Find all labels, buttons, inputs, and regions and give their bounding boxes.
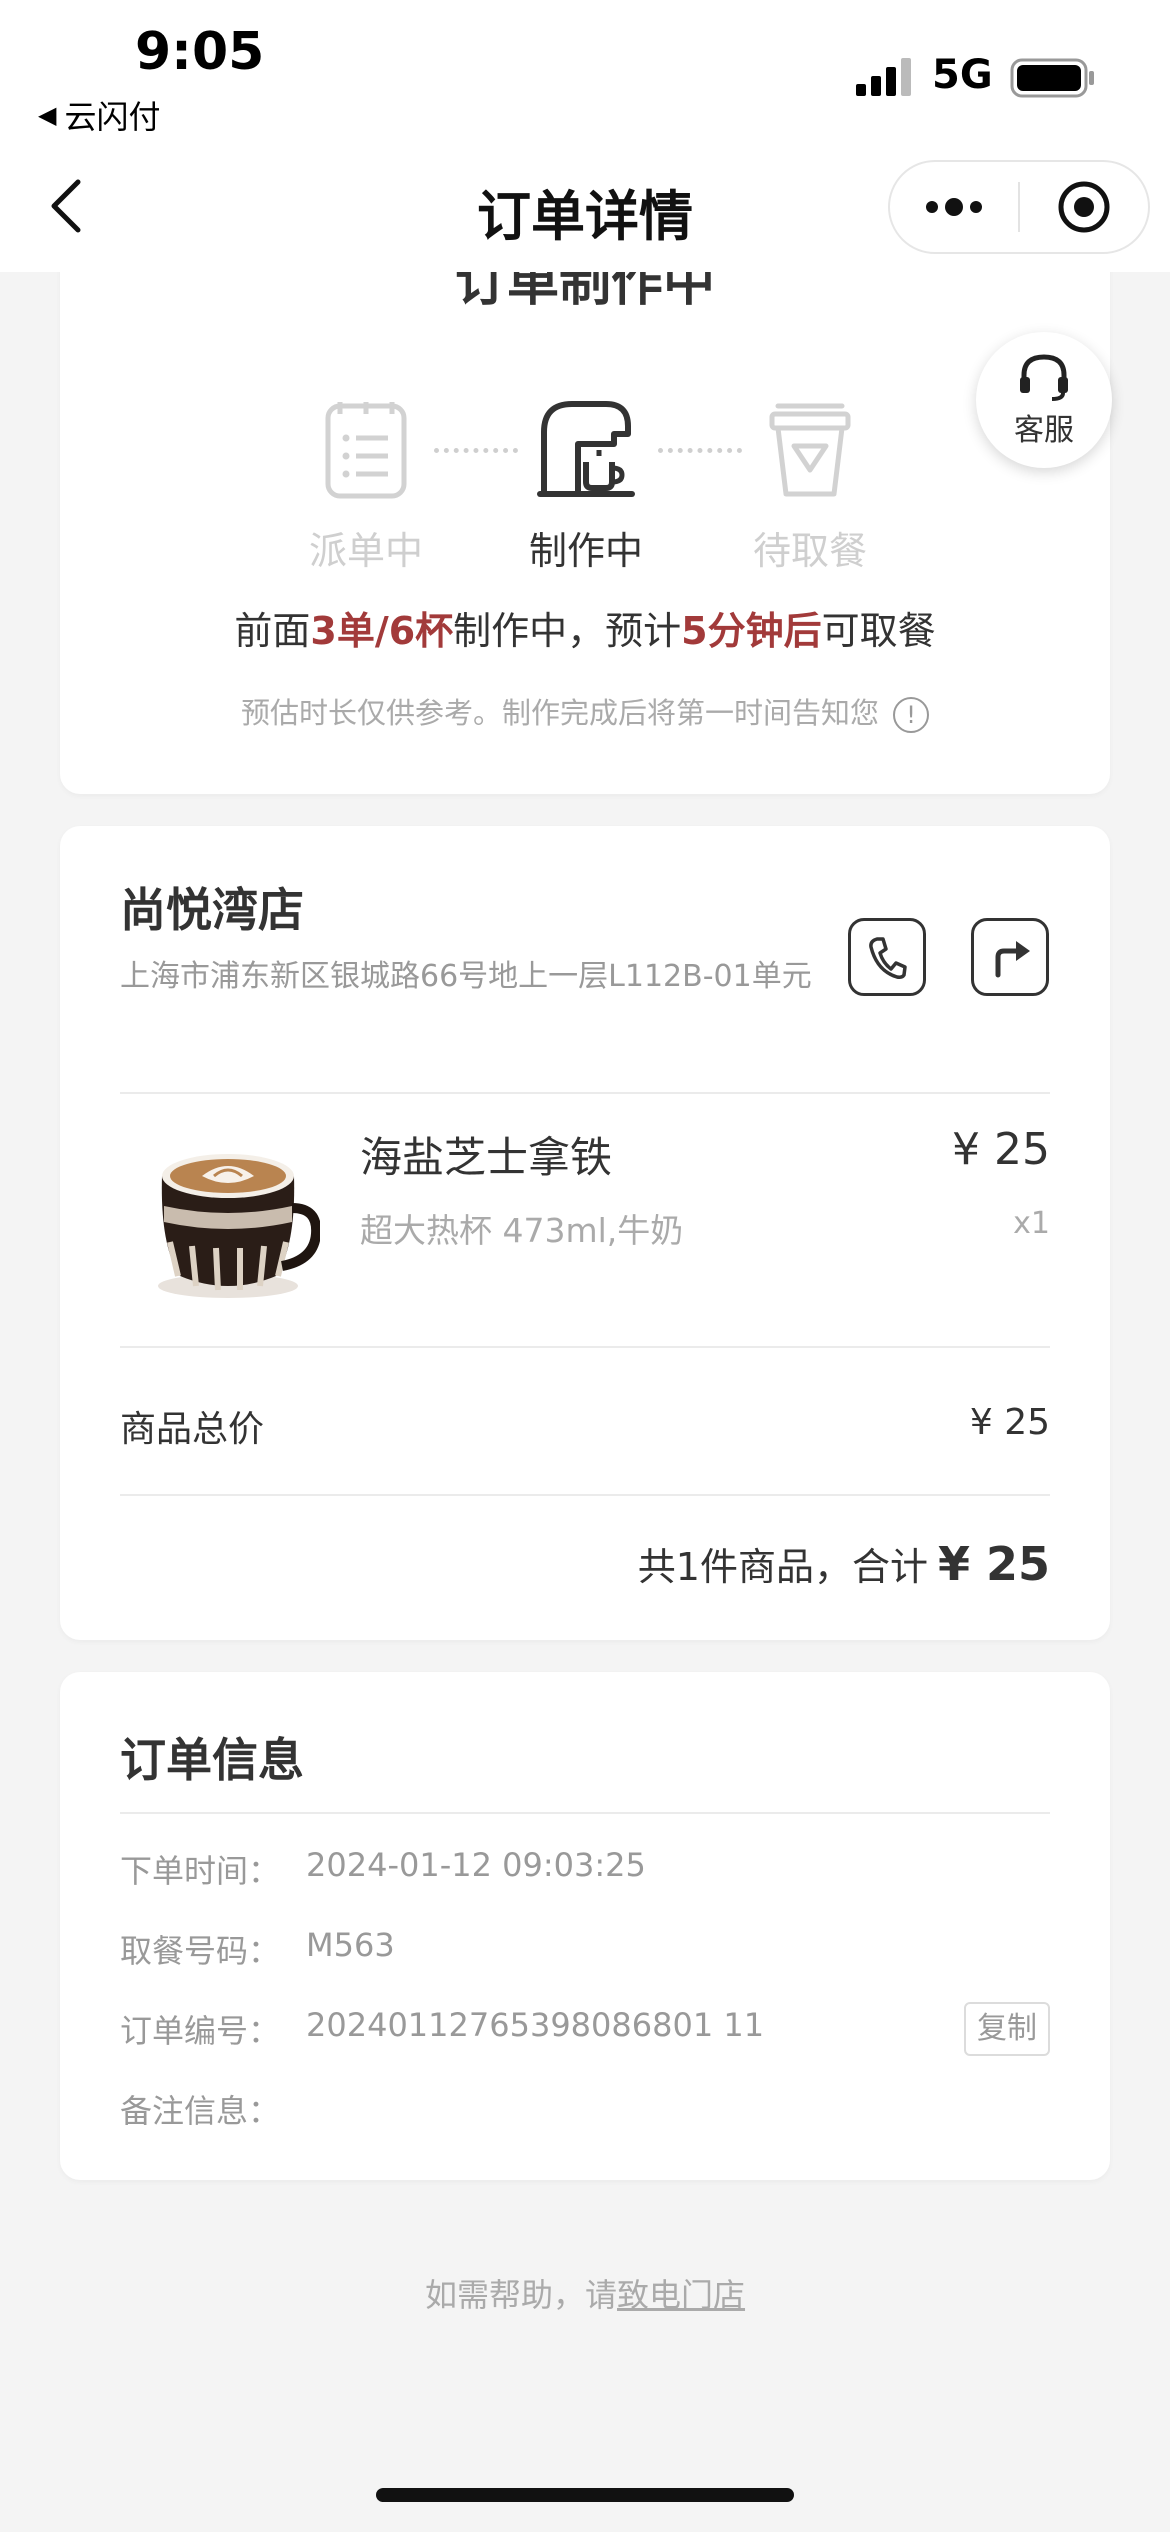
step-pickup-label: 待取餐: [752, 529, 867, 573]
order-info-card: 订单信息 下单时间： 2024-01-12 09:03:25 取餐号码： M56…: [60, 1672, 1110, 2180]
battery-icon: [1010, 58, 1094, 98]
copy-order-number-button[interactable]: 复制: [964, 2002, 1050, 2056]
order-number-value: 20240112765398086801 11: [306, 2006, 765, 2044]
phone-icon: [869, 937, 907, 979]
order-status-card: 订单制作中 派单中 制作中 待取餐 前面3单/6杯制作中，预计5分钟后可取餐 预…: [60, 200, 1110, 794]
order-number-row: 订单编号： 20240112765398086801 11: [120, 2006, 764, 2052]
divider: [120, 1346, 1050, 1348]
order-summary: 共1件商品，合计 ¥ 25: [638, 1536, 1050, 1591]
navigate-store-button[interactable]: [971, 918, 1049, 996]
eta-text: 前面3单/6杯制作中，预计5分钟后可取餐: [60, 600, 1110, 655]
store-address: 上海市浦东新区银城路66号地上一层L112B-01单元: [120, 959, 812, 994]
step-making-label: 制作中: [528, 529, 643, 573]
step-connector: [434, 448, 518, 453]
directions-icon: [995, 941, 1030, 978]
coffee-machine-icon: [537, 401, 635, 497]
close-program-button[interactable]: [1020, 160, 1148, 254]
back-triangle-icon: ◀: [38, 101, 57, 129]
order-info-title: 订单信息: [120, 1733, 304, 1787]
product-qty: x1: [1013, 1206, 1050, 1241]
eta-suffix: 可取餐: [821, 609, 936, 653]
order-time-value: 2024-01-12 09:03:25: [306, 1846, 646, 1884]
pickup-number-label: 取餐号码：: [120, 1932, 281, 1970]
home-indicator: [376, 2488, 794, 2502]
order-number-label: 订单编号：: [120, 2012, 281, 2050]
subtotal-label: 商品总价: [120, 1409, 265, 1450]
help-text: 如需帮助，请: [424, 2276, 617, 2314]
signal-icon: [856, 58, 911, 96]
customer-service-label: 客服: [1014, 413, 1074, 448]
subtotal-value: ¥ 25: [969, 1402, 1050, 1443]
divider: [120, 1092, 1050, 1094]
more-dots-icon: [926, 198, 982, 216]
step-making: 制作中: [516, 398, 656, 575]
eta-prefix: 前面: [234, 609, 311, 653]
product-spec: 超大热杯 473ml,牛奶: [360, 1211, 684, 1250]
back-to-app-link[interactable]: ◀ 云闪付: [38, 92, 160, 138]
mini-program-capsule: [888, 160, 1150, 254]
eta-queue: 3单/6杯: [310, 609, 454, 653]
takeaway-cup-icon: [769, 403, 851, 497]
network-type: 5G: [932, 52, 993, 98]
eta-time: 5分钟后: [681, 609, 822, 653]
step-connector: [658, 448, 742, 453]
info-icon[interactable]: !: [893, 697, 929, 733]
help-footer: 如需帮助，请致电门店: [0, 2270, 1170, 2316]
step-pickup: 待取餐: [740, 400, 880, 575]
pickup-number-row: 取餐号码： M563: [120, 1926, 395, 1972]
summary-total: ¥ 25: [937, 1537, 1050, 1591]
order-time-row: 下单时间： 2024-01-12 09:03:25: [120, 1846, 646, 1892]
order-time-label: 下单时间：: [120, 1852, 281, 1890]
status-time: 9:05: [135, 22, 265, 82]
target-icon: [1058, 181, 1110, 233]
store-name: 尚悦湾店: [120, 883, 304, 937]
eta-note: 预估时长仅供参考。制作完成后将第一时间告知您!: [60, 690, 1110, 733]
remarks-label: 备注信息：: [120, 2092, 281, 2130]
more-button[interactable]: [890, 160, 1018, 254]
summary-text: 共1件商品，合计: [637, 1545, 928, 1589]
back-app-label: 云闪付: [64, 98, 161, 136]
product-name: 海盐芝士拿铁: [360, 1133, 613, 1182]
divider: [120, 1494, 1050, 1496]
call-store-link[interactable]: 致电门店: [617, 2276, 745, 2314]
headset-icon: [1020, 354, 1068, 401]
store-card: 尚悦湾店 上海市浦东新区银城路66号地上一层L112B-01单元 海盐芝士拿铁 …: [60, 826, 1110, 1640]
order-list-icon: [325, 402, 407, 499]
step-dispatch-label: 派单中: [308, 529, 423, 573]
coffee-cup-image: [158, 1154, 320, 1298]
step-dispatch: 派单中: [296, 400, 436, 575]
divider: [120, 1812, 1050, 1814]
top-bar: 9:05 ◀ 云闪付 5G 订单详情: [0, 0, 1170, 272]
pickup-number-value: M563: [306, 1926, 395, 1964]
product-price: ¥ 25: [952, 1124, 1050, 1175]
eta-note-text: 预估时长仅供参考。制作完成后将第一时间告知您: [240, 696, 879, 730]
call-store-button[interactable]: [848, 918, 926, 996]
customer-service-button[interactable]: 客服: [976, 332, 1112, 468]
eta-mid: 制作中，预计: [453, 609, 682, 653]
remarks-row: 备注信息：: [120, 2086, 306, 2132]
